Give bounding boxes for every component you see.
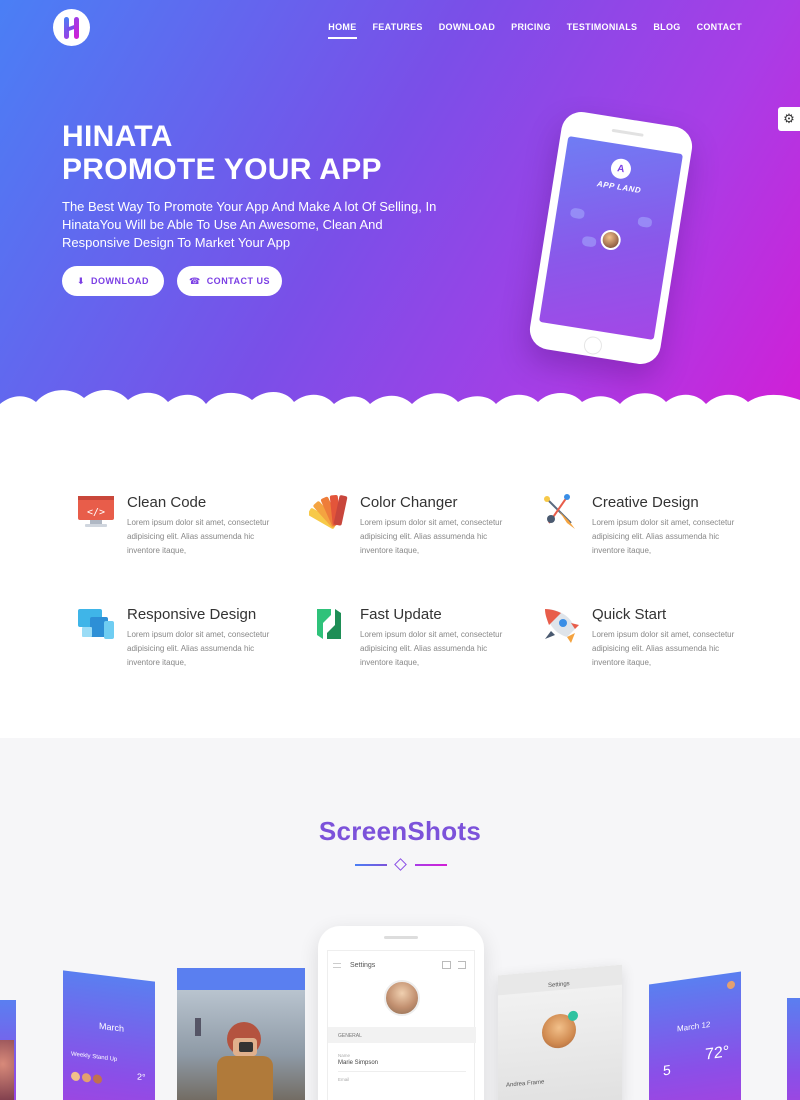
menu-icon <box>333 963 341 968</box>
feature-title: Creative Design <box>592 494 699 511</box>
settings-avatar <box>384 980 420 1016</box>
nav-testimonials[interactable]: TESTIMONIALS <box>567 22 638 39</box>
name-value: Marie Simpson <box>338 1060 379 1066</box>
feature-title: Responsive Design <box>127 606 257 623</box>
phone-screen: A APP LAND <box>539 136 683 340</box>
hero-description: The Best Way To Promote Your App And Mak… <box>62 199 437 250</box>
nav-download[interactable]: DOWNLOAD <box>439 22 495 39</box>
screenshot-slide-far-left[interactable] <box>0 1000 16 1100</box>
app-logo-icon: A <box>609 157 633 181</box>
contact-us-button[interactable]: ☎ CONTACT US <box>177 266 282 296</box>
nav-contact[interactable]: CONTACT <box>697 22 742 39</box>
screenshot-slide-right[interactable]: Settings Andrea Frame <box>498 964 622 1100</box>
svg-text:</>: </> <box>87 507 105 518</box>
color-palette-icon <box>309 494 348 529</box>
feature-title: Clean Code <box>127 494 207 511</box>
nav-features[interactable]: FEATURES <box>373 22 423 39</box>
devices-icon <box>78 609 114 639</box>
rocket-icon <box>545 609 579 643</box>
pen-tool-icon <box>544 494 575 529</box>
phone-icon: ☎ <box>188 275 201 286</box>
settings-section-general: GENERAL <box>328 1027 476 1043</box>
diamond-icon <box>394 858 407 871</box>
gear-icon: ⚙ <box>783 111 795 126</box>
hero-phone-mockup: A APP LAND <box>527 109 695 367</box>
feature-title: Fast Update <box>360 606 442 623</box>
site-logo[interactable] <box>53 9 90 46</box>
feature-text: Lorem ipsum dolor sit amet, consectetur … <box>360 630 503 667</box>
screenshots-section: ScreenShots March Weekly Stand Up 2° Set… <box>0 738 800 1100</box>
features-section: </> Clean Code Lorem ipsum dolor sit ame… <box>0 440 800 740</box>
screenshot-slide-photo[interactable] <box>177 968 305 1100</box>
hero-section: HOME FEATURES DOWNLOAD PRICING TESTIMONI… <box>0 0 800 430</box>
slide-temp: 2° <box>137 1071 146 1083</box>
settings-gear-button[interactable]: ⚙ <box>778 107 800 131</box>
hero-title-line2: PROMOTE YOUR APP <box>62 153 382 186</box>
code-monitor-icon: </> <box>78 496 114 527</box>
slide-temperature: 72° <box>705 1043 730 1064</box>
feature-text: Lorem ipsum dolor sit amet, consectetur … <box>360 518 503 555</box>
email-label: Email <box>338 1077 350 1082</box>
name-label: Name <box>338 1053 351 1058</box>
settings-title: Settings <box>350 962 376 969</box>
hero-title-line1: HINATA <box>62 120 173 153</box>
section-divider <box>355 858 447 872</box>
nav-blog[interactable]: BLOG <box>653 22 680 39</box>
feature-title: Quick Start <box>592 606 667 623</box>
slide-caption: Weekly Stand Up <box>71 1051 118 1064</box>
slide-month: March <box>99 1020 125 1034</box>
screenshot-slide-far-right[interactable]: March 12 5 72° <box>649 971 741 1100</box>
feature-text: Lorem ipsum dolor sit amet, consectetur … <box>592 518 735 555</box>
feature-text: Lorem ipsum dolor sit amet, consectetur … <box>127 518 270 555</box>
feature-text: Lorem ipsum dolor sit amet, consectetur … <box>592 630 735 667</box>
slide-day-number: 5 <box>663 1061 671 1079</box>
hero-title: HINATA PROMOTE YOUR APP <box>62 120 382 186</box>
nav-pricing[interactable]: PRICING <box>511 22 551 39</box>
slide-right-name: Andrea Frame <box>506 1079 545 1089</box>
slide-date: March 12 <box>677 1019 711 1034</box>
download-icon: ⬇ <box>76 275 86 286</box>
image-icon <box>442 961 451 969</box>
feature-title: Color Changer <box>360 494 458 511</box>
cloud-divider <box>0 389 800 440</box>
settings-screen: Settings GENERAL Name Marie Simpson Emai… <box>327 950 476 1100</box>
download-button[interactable]: ⬇ DOWNLOAD <box>62 266 164 296</box>
update-arrows-icon <box>317 609 341 639</box>
screenshot-slide-far-right-edge[interactable] <box>787 998 800 1100</box>
phone-avatar <box>599 228 623 252</box>
main-nav: HOME FEATURES DOWNLOAD PRICING TESTIMONI… <box>328 22 742 39</box>
nav-home[interactable]: HOME <box>328 22 357 39</box>
screenshots-title: ScreenShots <box>318 816 482 846</box>
download-button-label: DOWNLOAD <box>91 276 150 286</box>
screenshot-slide-left[interactable]: March Weekly Stand Up 2° <box>63 970 155 1100</box>
logout-icon <box>458 961 466 969</box>
screenshot-slide-center[interactable]: Settings GENERAL Name Marie Simpson Emai… <box>318 926 484 1100</box>
feature-text: Lorem ipsum dolor sit amet, consectetur … <box>127 630 270 667</box>
contact-button-label: CONTACT US <box>206 276 271 286</box>
